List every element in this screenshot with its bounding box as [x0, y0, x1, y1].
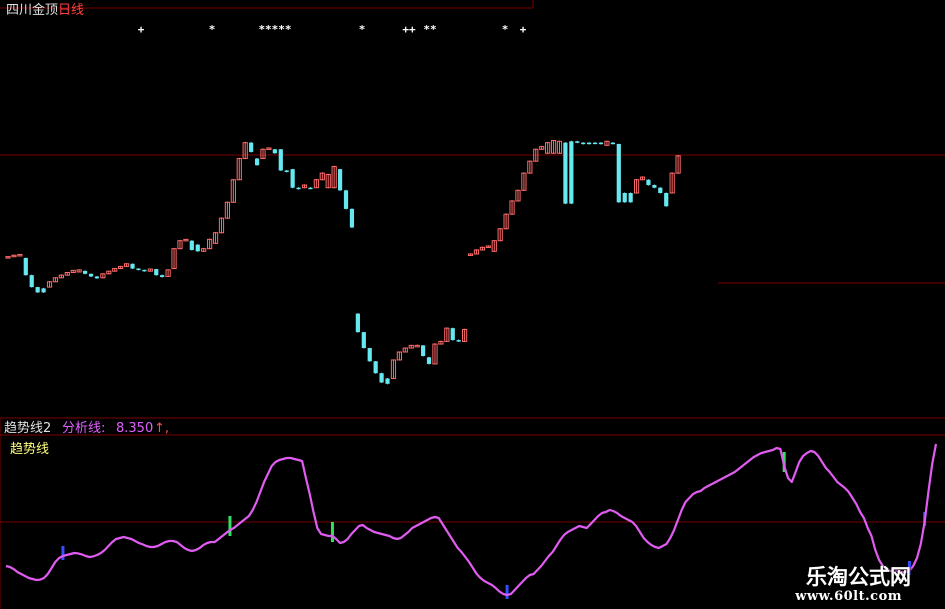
- candle-body-down: [646, 179, 651, 186]
- candle-body-down: [652, 185, 657, 188]
- candle-body-down: [598, 142, 604, 145]
- candle-body-down: [379, 373, 384, 383]
- stock-name: 四川金顶: [6, 3, 59, 18]
- signal-marker: **: [423, 23, 436, 36]
- indicator-series-label: 分析线:: [62, 421, 106, 436]
- candle-body-down: [658, 187, 663, 193]
- indicator-value: 8.350: [116, 421, 154, 436]
- candle-body-down: [284, 170, 289, 172]
- grid-lines: [0, 0, 945, 609]
- candle-body-down: [385, 378, 390, 384]
- signal-markers: + * ***** * ++ ** * +: [138, 23, 527, 36]
- candle-body-down: [592, 142, 598, 145]
- candle-body-down: [426, 357, 432, 364]
- chart-title: 四川金顶日线: [6, 3, 84, 19]
- candle-body-down: [575, 141, 580, 143]
- candle-body-down: [94, 276, 100, 279]
- candle-body-down: [337, 169, 343, 191]
- signal-marker: +: [138, 23, 145, 36]
- candle-body-down: [189, 240, 194, 250]
- signal-marker: *****: [258, 23, 291, 36]
- candle-body-down: [130, 263, 135, 269]
- period-label: 日线: [58, 3, 85, 18]
- candle-body-down: [616, 143, 621, 203]
- watermark-title: 乐淘公式网: [806, 564, 911, 589]
- signal-marker: *: [359, 23, 366, 36]
- watermark-url: www.60lt.com: [795, 589, 902, 604]
- up-arrow-icon: ↑,: [154, 421, 170, 436]
- signal-marker: +: [520, 23, 527, 36]
- candle-body-down: [361, 332, 366, 349]
- candle-body-down: [581, 142, 586, 145]
- signal-marker: ++: [402, 23, 416, 36]
- candle-body-down: [195, 244, 200, 252]
- candle-body-down: [35, 287, 40, 293]
- candle-body-down: [622, 193, 627, 203]
- candle-body-down: [278, 149, 283, 171]
- candle-body-down: [272, 149, 277, 154]
- indicator-name: 趋势线2: [4, 421, 52, 436]
- candle-body-down: [41, 288, 46, 293]
- signal-marker: *: [209, 23, 216, 36]
- candle-body-down: [664, 193, 669, 207]
- candle-body-down: [456, 340, 461, 342]
- candle-body-down: [290, 169, 295, 188]
- candle-body-down: [160, 275, 165, 278]
- candle-body-down: [254, 158, 260, 166]
- candle-body-down: [154, 269, 159, 276]
- candlestick-series: [5, 140, 681, 385]
- candle-body-down: [367, 348, 372, 362]
- candle-body-down: [308, 187, 313, 190]
- candle-body-down: [136, 268, 141, 271]
- candle-body-down: [82, 270, 88, 274]
- candle-body-down: [450, 328, 455, 341]
- candle-body-down: [88, 273, 94, 277]
- candle-body-down: [587, 142, 592, 145]
- candle-body-down: [249, 142, 254, 152]
- candle-body-down: [343, 190, 349, 209]
- trend-line: [5, 443, 938, 597]
- candle-body-down: [355, 313, 360, 333]
- candle-body-down: [610, 142, 615, 145]
- candle-body-down: [628, 193, 633, 203]
- chart-canvas: + * ***** * ++ ** * +: [0, 0, 945, 609]
- indicator-legend: 趋势线: [10, 442, 50, 457]
- trend-line-series: [5, 443, 938, 597]
- candle-body-down: [421, 345, 426, 356]
- signal-marker: *: [502, 23, 509, 36]
- candle-body-down: [23, 257, 28, 276]
- candle-body-down: [373, 361, 378, 374]
- candle-body-down: [349, 208, 355, 228]
- candle-body-down: [296, 187, 301, 190]
- candle-body-down: [563, 142, 568, 204]
- candle-body-down: [142, 269, 147, 272]
- candle-body-down: [29, 275, 34, 288]
- candle-body-down: [569, 141, 574, 204]
